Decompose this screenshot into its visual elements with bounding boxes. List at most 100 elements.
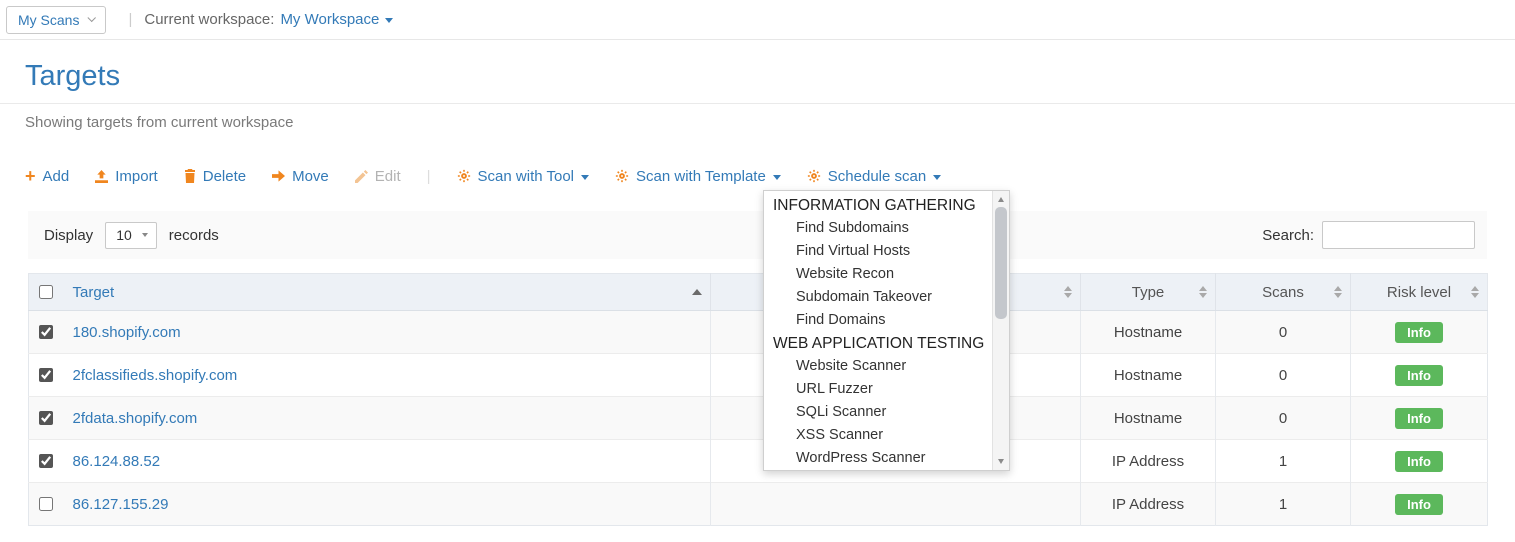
row-select-cell bbox=[29, 440, 63, 483]
delete-label: Delete bbox=[203, 168, 246, 185]
move-button[interactable]: Move bbox=[272, 168, 329, 185]
table-header-row: Target Type Scans Risk level bbox=[29, 274, 1488, 311]
type-cell: IP Address bbox=[1081, 440, 1216, 483]
plus-icon: + bbox=[25, 167, 36, 185]
row-checkbox[interactable] bbox=[39, 325, 53, 339]
type-cell: Hostname bbox=[1081, 311, 1216, 354]
target-cell: 86.124.88.52 bbox=[63, 440, 711, 483]
table-row: 180.shopify.com Hostname 0 Info bbox=[29, 311, 1488, 354]
row-select-cell bbox=[29, 354, 63, 397]
scroll-up-button[interactable] bbox=[993, 192, 1009, 207]
add-label: Add bbox=[43, 168, 70, 185]
menu-group-header: WEB APPLICATION TESTING bbox=[764, 332, 992, 355]
menu-item[interactable]: WordPress Scanner bbox=[764, 447, 992, 470]
arrow-right-icon bbox=[272, 170, 285, 182]
menu-item[interactable]: URL Fuzzer bbox=[764, 378, 992, 401]
scan-with-template-button[interactable]: Scan with Template bbox=[615, 168, 781, 185]
target-cell: 86.127.155.29 bbox=[63, 483, 711, 526]
sort-asc-icon[interactable] bbox=[692, 289, 702, 295]
menu-item[interactable]: Find Virtual Hosts bbox=[764, 240, 992, 263]
workspace-label: Current workspace: bbox=[144, 11, 274, 28]
table-row: 2fclassifieds.shopify.com Hostname 0 Inf… bbox=[29, 354, 1488, 397]
menu-item[interactable]: Subdomain Takeover bbox=[764, 286, 992, 309]
row-select-cell bbox=[29, 311, 63, 354]
delete-button[interactable]: Delete bbox=[184, 168, 246, 185]
search-label: Search: bbox=[1262, 227, 1314, 244]
target-link[interactable]: 180.shopify.com bbox=[73, 324, 181, 341]
scroll-thumb[interactable] bbox=[995, 207, 1007, 319]
edit-button[interactable]: Edit bbox=[355, 168, 401, 185]
add-button[interactable]: + Add bbox=[25, 167, 69, 185]
risk-cell: Info bbox=[1351, 311, 1488, 354]
column-header-type[interactable]: Type bbox=[1081, 274, 1216, 311]
menu-item[interactable]: XSS Scanner bbox=[764, 424, 992, 447]
risk-badge: Info bbox=[1395, 322, 1443, 343]
empty-cell bbox=[711, 483, 1081, 526]
select-all-cell bbox=[29, 274, 63, 311]
target-link[interactable]: 86.124.88.52 bbox=[73, 453, 161, 470]
select-all-checkbox[interactable] bbox=[39, 285, 53, 299]
page-title: Targets bbox=[25, 60, 1515, 93]
menu-item[interactable]: Website Recon bbox=[764, 263, 992, 286]
risk-cell: Info bbox=[1351, 483, 1488, 526]
caret-down-icon bbox=[933, 175, 941, 180]
scroll-down-button[interactable] bbox=[993, 454, 1009, 469]
records-label: records bbox=[169, 227, 219, 244]
sort-icon[interactable] bbox=[1199, 286, 1207, 298]
target-link[interactable]: 2fclassifieds.shopify.com bbox=[73, 367, 238, 384]
scan-with-template-label: Scan with Template bbox=[636, 168, 766, 185]
my-scans-label: My Scans bbox=[18, 12, 79, 28]
import-button[interactable]: Import bbox=[95, 168, 158, 185]
scans-cell: 0 bbox=[1216, 397, 1351, 440]
risk-cell: Info bbox=[1351, 354, 1488, 397]
menu-item[interactable]: Find Domains bbox=[764, 309, 992, 332]
table-row: 2fdata.shopify.com Hostname 0 Info bbox=[29, 397, 1488, 440]
page-length-value: 10 bbox=[116, 227, 132, 243]
sort-icon[interactable] bbox=[1471, 286, 1479, 298]
menu-item[interactable]: Find Subdomains bbox=[764, 217, 992, 240]
page-length-select[interactable]: 10 bbox=[105, 222, 157, 249]
page-subtitle: Showing targets from current workspace bbox=[25, 114, 1515, 131]
scans-cell: 0 bbox=[1216, 311, 1351, 354]
column-header-scans[interactable]: Scans bbox=[1216, 274, 1351, 311]
gear-icon bbox=[807, 169, 821, 183]
caret-down-icon bbox=[773, 175, 781, 180]
sort-icon[interactable] bbox=[1064, 286, 1072, 298]
table-row: 86.127.155.29 IP Address 1 Info bbox=[29, 483, 1488, 526]
sort-icon[interactable] bbox=[1334, 286, 1342, 298]
row-checkbox[interactable] bbox=[39, 411, 53, 425]
targets-table-body: 180.shopify.com Hostname 0 Info 2fclassi… bbox=[29, 311, 1488, 526]
target-link[interactable]: 86.127.155.29 bbox=[73, 496, 169, 513]
target-cell: 2fclassifieds.shopify.com bbox=[63, 354, 711, 397]
workspace-selector[interactable]: My Workspace bbox=[280, 11, 393, 28]
upload-icon bbox=[95, 170, 108, 183]
search-input[interactable] bbox=[1322, 221, 1475, 249]
edit-label: Edit bbox=[375, 168, 401, 185]
row-checkbox[interactable] bbox=[39, 368, 53, 382]
import-label: Import bbox=[115, 168, 158, 185]
menu-item[interactable]: Website Scanner bbox=[764, 355, 992, 378]
column-header-risk[interactable]: Risk level bbox=[1351, 274, 1488, 311]
scans-cell: 1 bbox=[1216, 483, 1351, 526]
gear-icon bbox=[457, 169, 471, 183]
scrollbar[interactable] bbox=[992, 191, 1009, 470]
move-label: Move bbox=[292, 168, 329, 185]
trash-icon bbox=[184, 169, 196, 183]
type-column-label: Type bbox=[1132, 284, 1165, 301]
scans-cell: 0 bbox=[1216, 354, 1351, 397]
gear-icon bbox=[615, 169, 629, 183]
type-cell: Hostname bbox=[1081, 397, 1216, 440]
toolbar-separator: | bbox=[427, 168, 431, 185]
menu-item[interactable]: SQLi Scanner bbox=[764, 401, 992, 424]
topbar-separator: | bbox=[128, 11, 132, 28]
scans-cell: 1 bbox=[1216, 440, 1351, 483]
column-header-target[interactable]: Target bbox=[63, 274, 711, 311]
target-link[interactable]: 2fdata.shopify.com bbox=[73, 410, 198, 427]
scan-with-tool-button[interactable]: Scan with Tool bbox=[457, 168, 589, 185]
my-scans-dropdown[interactable]: My Scans bbox=[6, 6, 106, 34]
schedule-scan-button[interactable]: Schedule scan bbox=[807, 168, 941, 185]
table-controls: Display 10 records Search: bbox=[28, 211, 1487, 259]
schedule-scan-menu: INFORMATION GATHERINGFind SubdomainsFind… bbox=[763, 190, 1010, 471]
row-checkbox[interactable] bbox=[39, 497, 53, 511]
row-checkbox[interactable] bbox=[39, 454, 53, 468]
